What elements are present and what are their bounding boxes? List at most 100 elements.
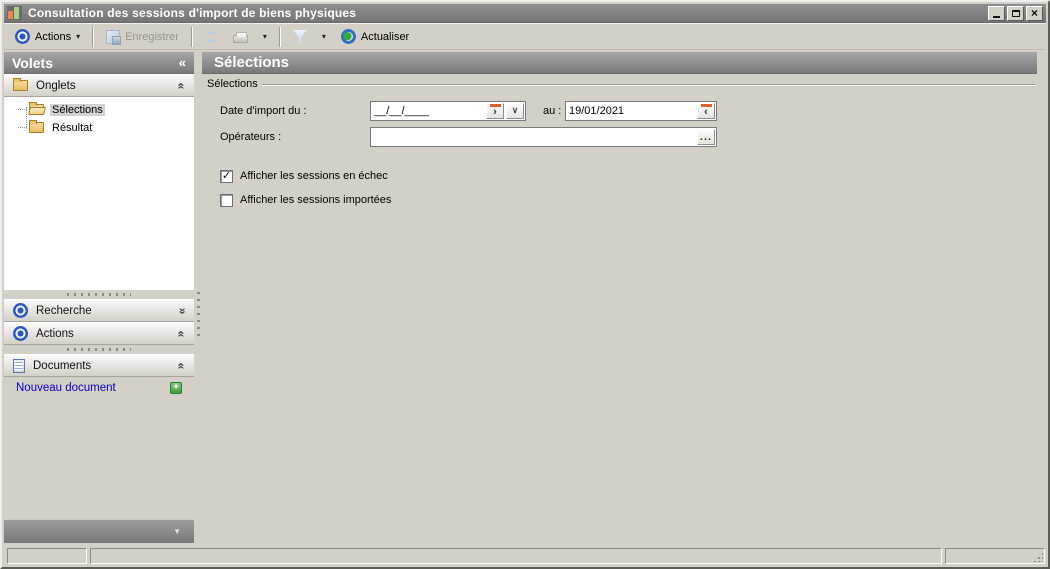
splitter-dots [197, 292, 200, 338]
tree-item-selections[interactable]: Sélections [18, 102, 194, 117]
folder-icon [13, 78, 28, 91]
app-window: Consultation des sessions d'import de bi… [0, 0, 1050, 569]
close-icon: × [1030, 6, 1038, 20]
panel-header-documents[interactable]: Documents « [4, 354, 194, 377]
date-from-input[interactable] [371, 101, 485, 120]
actualiser-button[interactable]: Actualiser [334, 26, 416, 48]
filter-icon [292, 30, 307, 43]
vertical-splitter[interactable] [194, 52, 202, 545]
panel-header-recherche[interactable]: Recherche « [4, 299, 194, 322]
document-icon [13, 358, 25, 373]
chevron-down-icon: ∨ [511, 105, 519, 115]
app-body: Volets « Onglets « Sélections Résultat R… [4, 52, 1046, 545]
chevron-down-icon: ▾ [321, 31, 326, 41]
operators-input[interactable] [371, 127, 696, 146]
print-dropdown-button[interactable]: ▾ [256, 26, 274, 48]
date-from-next-button[interactable]: › [486, 102, 504, 119]
toolbar-separator [190, 26, 193, 47]
window-controls: × [988, 5, 1043, 21]
page-title: Sélections [214, 54, 290, 71]
checkbox-label: Afficher les sessions importées [240, 194, 392, 206]
maximize-icon [1011, 9, 1020, 17]
actions-button[interactable]: Actions ▾ [8, 26, 87, 48]
add-document-button[interactable]: + [170, 381, 182, 394]
onglets-tree: Sélections Résultat [4, 97, 194, 290]
tree-item-resultat[interactable]: Résultat [18, 120, 194, 135]
date-from-combo: › ∨ [370, 100, 526, 121]
refresh-icon [204, 31, 218, 42]
operators-browse-button[interactable]: ... [697, 128, 715, 145]
horizontal-splitter[interactable] [4, 345, 194, 354]
actions-target-icon [15, 29, 30, 44]
date-from-label: Date d'import du : [220, 104, 307, 117]
window-title: Consultation des sessions d'import de bi… [28, 6, 357, 20]
groupbox-line [261, 84, 1035, 86]
save-icon [106, 29, 122, 45]
refresh-button[interactable] [198, 26, 225, 48]
date-to-combo: ‹ [565, 100, 717, 121]
checkbox-row-echec: ✓ Afficher les sessions en échec [220, 169, 1037, 183]
sidebar-title: Volets [12, 54, 53, 71]
checkbox-sessions-echec[interactable]: ✓ [220, 169, 233, 183]
main-header: Sélections [202, 52, 1037, 74]
groupbox-label: Sélections [207, 78, 258, 90]
checkbox-row-importees: Afficher les sessions importées [220, 193, 1037, 207]
date-to-input[interactable] [566, 101, 696, 120]
sidebar-filler [4, 398, 194, 519]
panel-header-onglets[interactable]: Onglets « [4, 74, 194, 97]
chevron-left-icon: ‹ [704, 106, 708, 118]
operators-row: Opérateurs : ... [220, 126, 1037, 147]
status-cell [945, 548, 1045, 564]
save-button[interactable]: Enregistrer [99, 26, 186, 48]
titlebar: Consultation des sessions d'import de bi… [4, 4, 1046, 23]
down-arrow-icon: ▼ [173, 527, 181, 536]
status-bar [4, 546, 1046, 565]
date-from-dropdown-button[interactable]: ∨ [506, 102, 524, 119]
close-button[interactable]: × [1026, 5, 1043, 21]
status-cell [90, 548, 942, 564]
actualiser-icon [340, 29, 356, 44]
filter-button[interactable] [286, 26, 314, 48]
sidebar-title-bar: Volets « [4, 52, 194, 74]
toolbar: Actions ▾ Enregistrer ▾ ▾ Actualiser [4, 23, 1046, 50]
printer-icon [232, 31, 248, 43]
splitter-dots [67, 348, 131, 351]
new-document-link[interactable]: Nouveau document [16, 382, 164, 394]
checkbox-sessions-importees[interactable] [220, 193, 233, 207]
filter-dropdown-button[interactable]: ▾ [315, 26, 333, 48]
collapsed-panel-bar[interactable]: ▼ [4, 519, 194, 543]
maximize-button[interactable] [1007, 5, 1024, 21]
minimize-icon [993, 15, 1000, 18]
splitter-dots [67, 293, 131, 296]
folder-open-icon [29, 102, 44, 115]
minimize-button[interactable] [988, 5, 1005, 21]
date-to-prev-button[interactable]: ‹ [697, 102, 715, 119]
collapse-sidebar-icon[interactable]: « [179, 55, 186, 70]
plus-icon: + [173, 382, 179, 393]
documents-link-row: Nouveau document + [4, 377, 194, 398]
chevron-down-icon: ▾ [76, 31, 81, 41]
recherche-target-icon [13, 303, 28, 318]
status-cell [7, 548, 87, 564]
tree-guide-line [26, 107, 27, 129]
operators-label: Opérateurs : [220, 130, 282, 143]
horizontal-splitter[interactable] [4, 290, 194, 299]
checkbox-label: Afficher les sessions en échec [240, 170, 388, 182]
groupbox-selections: Sélections [207, 78, 1035, 90]
toolbar-separator [92, 26, 95, 47]
operators-combo: ... [370, 126, 717, 147]
date-import-row: Date d'import du : › ∨ au : [220, 100, 1037, 121]
panel-header-actions[interactable]: Actions « [4, 322, 194, 345]
chevron-down-icon: ▾ [262, 31, 267, 41]
toolbar-separator [278, 26, 281, 47]
chevron-up-icon: « [174, 362, 189, 369]
ellipsis-icon: ... [699, 130, 713, 143]
resize-grip[interactable] [1032, 551, 1043, 562]
chevron-up-icon: « [174, 330, 189, 337]
main-panel: Sélections Sélections Date d'import du :… [202, 52, 1046, 545]
print-button[interactable] [226, 26, 255, 48]
chevron-right-icon: › [493, 106, 497, 118]
chevron-up-icon: « [174, 82, 189, 89]
actions-target-icon [13, 326, 28, 341]
check-icon: ✓ [221, 169, 232, 182]
